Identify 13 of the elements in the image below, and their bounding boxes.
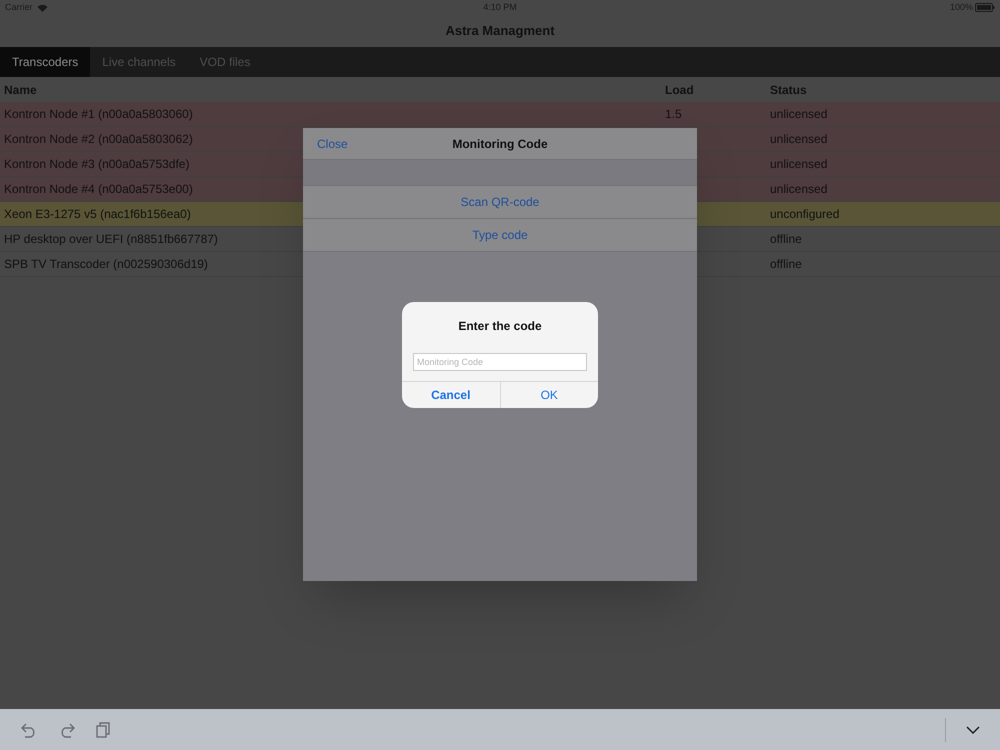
table-cell: Kontron Node #3 (n00a0a5753dfe) bbox=[4, 157, 190, 171]
table-cell: unlicensed bbox=[770, 132, 828, 146]
table-cell: Kontron Node #1 (n00a0a5803060) bbox=[4, 107, 193, 121]
table-cell: Kontron Node #2 (n00a0a5803062) bbox=[4, 132, 193, 146]
table-cell: Xeon E3-1275 v5 (nac1f6b156ea0) bbox=[4, 207, 191, 221]
table-cell: unconfigured bbox=[770, 207, 840, 221]
table-cell: unlicensed bbox=[770, 182, 828, 196]
table-cell: unlicensed bbox=[770, 107, 828, 121]
table-cell: 1.5 bbox=[665, 107, 682, 121]
sheet-title: Monitoring Code bbox=[452, 136, 548, 152]
table-cell: unlicensed bbox=[770, 157, 828, 171]
table-cell: Kontron Node #4 (n00a0a5753e00) bbox=[4, 182, 193, 196]
alert-title: Enter the code bbox=[458, 318, 542, 335]
